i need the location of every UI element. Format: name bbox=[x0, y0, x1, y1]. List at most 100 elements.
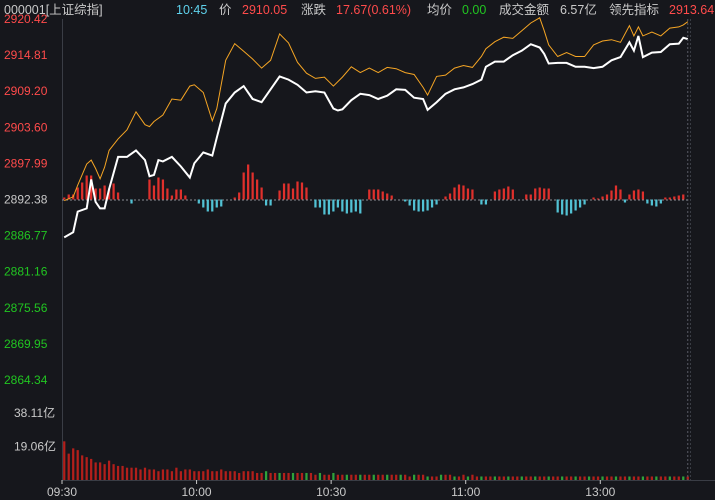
volume-bar bbox=[489, 476, 492, 480]
volume-bar bbox=[76, 450, 79, 480]
leading-bar-down bbox=[556, 199, 559, 213]
volume-bar bbox=[197, 471, 200, 480]
volume-bar bbox=[430, 476, 434, 480]
leading-bar-down bbox=[574, 199, 577, 211]
volume-bar bbox=[238, 472, 241, 480]
leading-bar-down bbox=[341, 199, 344, 212]
leading-bar-up bbox=[605, 194, 609, 200]
volume-bar bbox=[565, 476, 568, 480]
leading-bar-down bbox=[206, 199, 209, 212]
y-tick-label: 2875.56 bbox=[4, 301, 48, 315]
volume-bar bbox=[215, 471, 218, 480]
leading-bar-down bbox=[350, 199, 353, 213]
volume-bar bbox=[314, 474, 317, 480]
leading-bar-down bbox=[623, 199, 627, 203]
leading-bar-up bbox=[175, 189, 178, 200]
volume-bar bbox=[278, 472, 281, 480]
leading-bar-up bbox=[507, 186, 510, 200]
volume-bar bbox=[202, 471, 205, 480]
leading-bar-up bbox=[390, 195, 393, 200]
volume-bar bbox=[103, 464, 106, 480]
leading-bar-down bbox=[408, 199, 411, 206]
volume-bar bbox=[318, 472, 322, 480]
volume-bar bbox=[637, 476, 640, 480]
leading-bar-up bbox=[596, 198, 600, 200]
intraday-chart[interactable]: 2920.42 2914.81 2909.20 2903.60 2897.99 2892.… bbox=[0, 0, 715, 500]
volume-bar bbox=[170, 471, 174, 480]
volume-bar bbox=[332, 472, 335, 480]
leading-bar-down bbox=[327, 199, 331, 215]
volume-bar bbox=[462, 474, 465, 480]
volume-bar bbox=[556, 476, 559, 480]
volume-bar bbox=[421, 474, 425, 480]
leading-bar-down bbox=[646, 199, 649, 204]
leading-bar-up bbox=[444, 196, 447, 200]
volume-bar bbox=[184, 469, 187, 480]
leading-bar-up bbox=[291, 188, 295, 200]
x-tick-label: 09:30 bbox=[47, 485, 77, 499]
leading-bar-up bbox=[247, 164, 250, 200]
leading-bar-up bbox=[538, 187, 541, 200]
volume-bar bbox=[264, 471, 268, 480]
leading-bar-down bbox=[578, 199, 582, 208]
volume-bar bbox=[107, 460, 111, 480]
volume-bar bbox=[90, 458, 93, 480]
volume-bar bbox=[529, 476, 532, 480]
volume-bar bbox=[247, 471, 250, 480]
leading-bar-up bbox=[116, 192, 120, 200]
volume-bar bbox=[435, 476, 438, 480]
leading-bar-up bbox=[85, 175, 88, 200]
leading-bar-up bbox=[305, 187, 308, 200]
volume-bar bbox=[587, 476, 591, 480]
leading-bar-down bbox=[426, 199, 429, 211]
volume-bar bbox=[206, 469, 209, 480]
volume-tick-label: 19.06亿 bbox=[14, 439, 56, 454]
volume-bar bbox=[99, 462, 102, 480]
volume-bar bbox=[448, 474, 452, 480]
x-tick-label: 10:30 bbox=[316, 485, 346, 499]
volume-bar bbox=[439, 474, 443, 480]
leading-bar-up bbox=[457, 184, 461, 200]
volume-tick-label: 38.11亿 bbox=[14, 405, 55, 420]
volume-bar bbox=[444, 474, 447, 480]
leading-bar-up bbox=[462, 185, 465, 200]
leading-bar-up bbox=[614, 185, 618, 200]
leading-bar-down bbox=[430, 199, 434, 208]
volume-bar bbox=[211, 471, 214, 480]
volume-bar bbox=[112, 464, 115, 480]
y-tick-label: 2869.95 bbox=[4, 337, 48, 351]
leading-bar-down bbox=[404, 199, 407, 202]
volume-bar bbox=[269, 472, 272, 480]
leading-bar-down bbox=[336, 199, 339, 208]
leading-bar-up bbox=[278, 190, 281, 200]
volume-bar bbox=[395, 474, 398, 480]
volume-bar bbox=[354, 474, 357, 480]
leading-bar-up bbox=[166, 188, 169, 200]
leading-bar-up bbox=[448, 193, 452, 200]
volume-bar bbox=[134, 467, 138, 480]
volume-bar bbox=[578, 476, 582, 480]
volume-bar bbox=[677, 476, 680, 480]
volume-bar bbox=[72, 448, 75, 480]
volume-bar bbox=[655, 476, 658, 480]
leading-bar-up bbox=[502, 188, 505, 200]
leading-bar-up bbox=[179, 189, 182, 200]
leading-bar-up bbox=[63, 197, 66, 200]
leading-bar-up bbox=[529, 194, 532, 200]
volume-bar bbox=[229, 471, 232, 480]
volume-bar bbox=[605, 476, 609, 480]
volume-bar bbox=[623, 476, 627, 480]
leading-bar-down bbox=[413, 199, 416, 211]
volume-bar bbox=[381, 474, 384, 480]
volume-bar bbox=[583, 476, 586, 480]
volume-bar bbox=[547, 476, 550, 480]
leading-bar-up bbox=[641, 191, 645, 200]
leading-bar-up bbox=[103, 185, 106, 200]
volume-bar bbox=[641, 476, 645, 480]
volume-bar bbox=[413, 474, 416, 480]
volume-bar bbox=[457, 476, 461, 480]
leading-bar-up bbox=[300, 182, 304, 200]
y-tick-label: 2909.20 bbox=[4, 84, 48, 98]
volume-bar bbox=[130, 467, 133, 480]
price-line bbox=[63, 35, 689, 239]
